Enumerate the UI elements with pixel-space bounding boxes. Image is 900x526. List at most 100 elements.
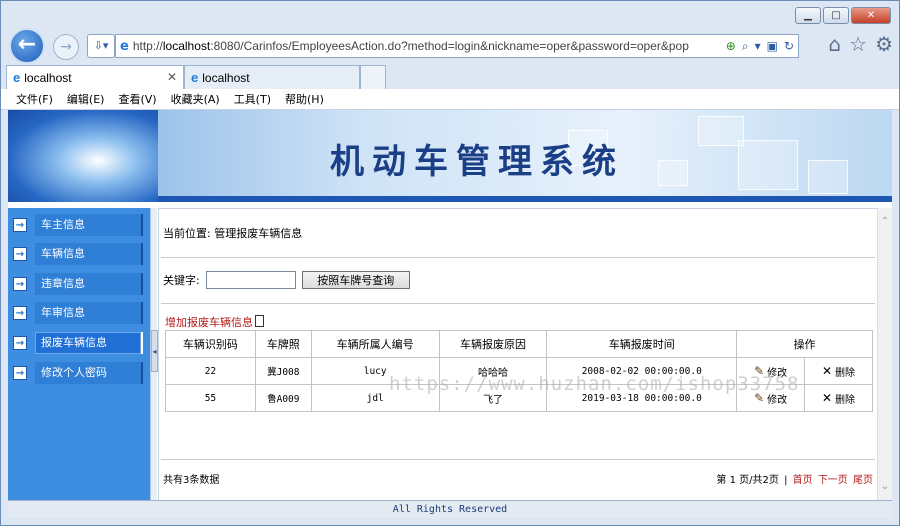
scroll-up-icon[interactable]: ⌃ [878, 216, 892, 227]
address-tools: ⊕ ⌕ ▾ ▣ ↻ [726, 39, 794, 54]
sidebar-item-password[interactable]: → 修改个人密码 [8, 362, 150, 384]
cell-id: 55 [165, 384, 256, 412]
col-header: 车辆报废时间 [546, 330, 738, 358]
window-controls: ▁ □ ✕ [795, 7, 891, 24]
add-scrapped-vehicle-link[interactable]: 增加报废车辆信息 [165, 314, 264, 330]
col-header: 车辆报废原因 [438, 330, 548, 358]
arrow-right-icon: → [13, 277, 27, 291]
home-icon[interactable]: ⌂ [828, 32, 841, 56]
pencil-icon: ✎ [754, 391, 765, 405]
refresh-icon[interactable]: ↻ [784, 39, 794, 54]
tab-localhost[interactable]: e localhost [184, 65, 360, 89]
edit-button[interactable]: ✎ 修改 [754, 364, 787, 379]
pager: 第 1 页/共2页 | 首页 下一页 尾页 [714, 471, 873, 486]
menu-help[interactable]: 帮助(H) [285, 91, 324, 107]
compat-view-icon[interactable]: ▣ [767, 39, 778, 54]
ie-icon: e [120, 38, 129, 54]
col-header: 车辆所属人编号 [310, 330, 440, 358]
compat-icon[interactable]: ⊕ [726, 39, 736, 54]
sidebar-item-owner[interactable]: → 车主信息 [8, 214, 150, 236]
gear-icon[interactable]: ⚙ [875, 32, 893, 56]
back-button[interactable]: ← [9, 28, 45, 64]
sidebar-item-vehicle[interactable]: → 车辆信息 [8, 243, 150, 265]
close-tab-icon[interactable]: ✕ [167, 70, 177, 84]
cell-edit: ✎ 修改 [736, 357, 806, 385]
decor-cube [738, 140, 798, 190]
cell-delete: ✕ 删除 [804, 384, 873, 412]
menu-view[interactable]: 查看(V) [118, 91, 156, 107]
arrow-right-icon: → [13, 336, 27, 350]
download-icon[interactable]: ⇩▾ [87, 34, 115, 58]
tab-label: localhost [202, 70, 250, 85]
ie-icon: e [13, 70, 21, 85]
cell-time: 2019-03-18 00:00:00.0 [546, 384, 738, 412]
search-icon[interactable]: ⌕ [742, 39, 749, 54]
record-count: 共有3条数据 [163, 475, 220, 486]
header-banner: 机动车管理系统 [8, 110, 892, 202]
menu-file[interactable]: 文件(F) [16, 91, 53, 107]
maximize-button[interactable]: □ [823, 7, 849, 24]
cell-plate: 冀J008 [254, 357, 312, 385]
sidebar-item-label: 修改个人密码 [35, 362, 143, 384]
cell-reason: 飞了 [438, 384, 548, 412]
cell-owner: jdl [310, 384, 440, 412]
keyword-input[interactable] [205, 271, 296, 289]
last-page-link[interactable]: 尾页 [853, 475, 873, 486]
favorites-star-icon[interactable]: ☆ [849, 32, 867, 56]
tab-strip: e localhost ✕ e localhost [6, 65, 386, 89]
decor-cube [808, 160, 848, 194]
pager-separator: | [784, 475, 788, 486]
scroll-down-icon[interactable]: ⌄ [878, 481, 892, 492]
page-info: 第 1 页/共2页 [716, 475, 779, 486]
menu-favorites[interactable]: 收藏夹(A) [171, 91, 220, 107]
breadcrumb: 当前位置: 管理报废车辆信息 [163, 227, 303, 240]
cell-edit: ✎ 修改 [736, 384, 806, 412]
address-url[interactable]: http://localhost:8080/Carinfos/Employees… [133, 39, 722, 53]
search-form: 关键字: 按照车牌号查询 [163, 271, 410, 289]
tab-localhost-active[interactable]: e localhost ✕ [6, 65, 184, 89]
minimize-button[interactable]: ▁ [795, 7, 821, 24]
sidebar-item-label: 报废车辆信息 [35, 332, 143, 354]
page-footer: All Rights Reserved [8, 500, 892, 518]
sidebar-item-inspection[interactable]: → 年审信息 [8, 302, 150, 324]
delete-button[interactable]: ✕ 删除 [822, 364, 855, 379]
table-header-row: 车辆识别码 车牌照 车辆所属人编号 车辆报废原因 车辆报废时间 操作 [165, 330, 873, 358]
close-window-button[interactable]: ✕ [851, 7, 891, 24]
browser-tools: ⌂ ☆ ⚙ [828, 32, 893, 56]
edit-button[interactable]: ✎ 修改 [754, 391, 787, 406]
decor-cube [658, 160, 688, 186]
chevron-down-icon[interactable]: ▾ [755, 39, 761, 54]
divider [161, 257, 875, 258]
arrow-right-icon: → [13, 218, 27, 232]
navigation-bar: ← → ⇩▾ e http://localhost:8080/Carinfos/… [9, 28, 893, 66]
sidebar-item-label: 年审信息 [35, 302, 143, 324]
new-tab-button[interactable] [360, 65, 386, 89]
cell-reason: 哈哈哈 [438, 357, 548, 385]
sidebar: → 车主信息 → 车辆信息 → 违章信息 → 年审信息 → 报废车辆信息 → 修… [8, 208, 150, 510]
tab-label: localhost [24, 70, 72, 85]
first-page-link[interactable]: 首页 [793, 475, 813, 486]
cell-time: 2008-02-02 00:00:00.0 [546, 357, 738, 385]
vertical-scrollbar[interactable]: ⌃ ⌄ [877, 208, 892, 510]
address-bar[interactable]: e http://localhost:8080/Carinfos/Employe… [115, 34, 799, 58]
banner-logo-image [8, 110, 158, 202]
table-row: 22 冀J008 lucy 哈哈哈 2008-02-02 00:00:00.0 … [165, 357, 873, 385]
search-by-plate-button[interactable]: 按照车牌号查询 [301, 271, 410, 289]
col-header: 车牌照 [254, 330, 312, 358]
cell-delete: ✕ 删除 [804, 357, 873, 385]
sidebar-item-scrapped[interactable]: → 报废车辆信息 [8, 332, 150, 354]
page-content: 机动车管理系统 → 车主信息 → 车辆信息 → 违章信息 → 年审信息 → 报废… [8, 110, 892, 518]
col-header: 车辆识别码 [165, 330, 256, 358]
next-page-link[interactable]: 下一页 [818, 475, 848, 486]
sidebar-item-violation[interactable]: → 违章信息 [8, 273, 150, 295]
menu-edit[interactable]: 编辑(E) [67, 91, 105, 107]
menu-tools[interactable]: 工具(T) [234, 91, 271, 107]
collapse-handle[interactable]: ◂ [151, 330, 158, 372]
forward-button[interactable]: → [53, 34, 79, 60]
arrow-right-icon: → [13, 306, 27, 320]
add-link-label: 增加报废车辆信息 [165, 316, 253, 329]
table-row: 55 鲁A009 jdl 飞了 2019-03-18 00:00:00.0 ✎ 修… [165, 384, 873, 412]
main-panel: 当前位置: 管理报废车辆信息 关键字: 按照车牌号查询 增加报废车辆信息 车辆识… [158, 208, 878, 510]
delete-button[interactable]: ✕ 删除 [822, 391, 855, 406]
frame-splitter[interactable]: ◂ [150, 208, 158, 510]
